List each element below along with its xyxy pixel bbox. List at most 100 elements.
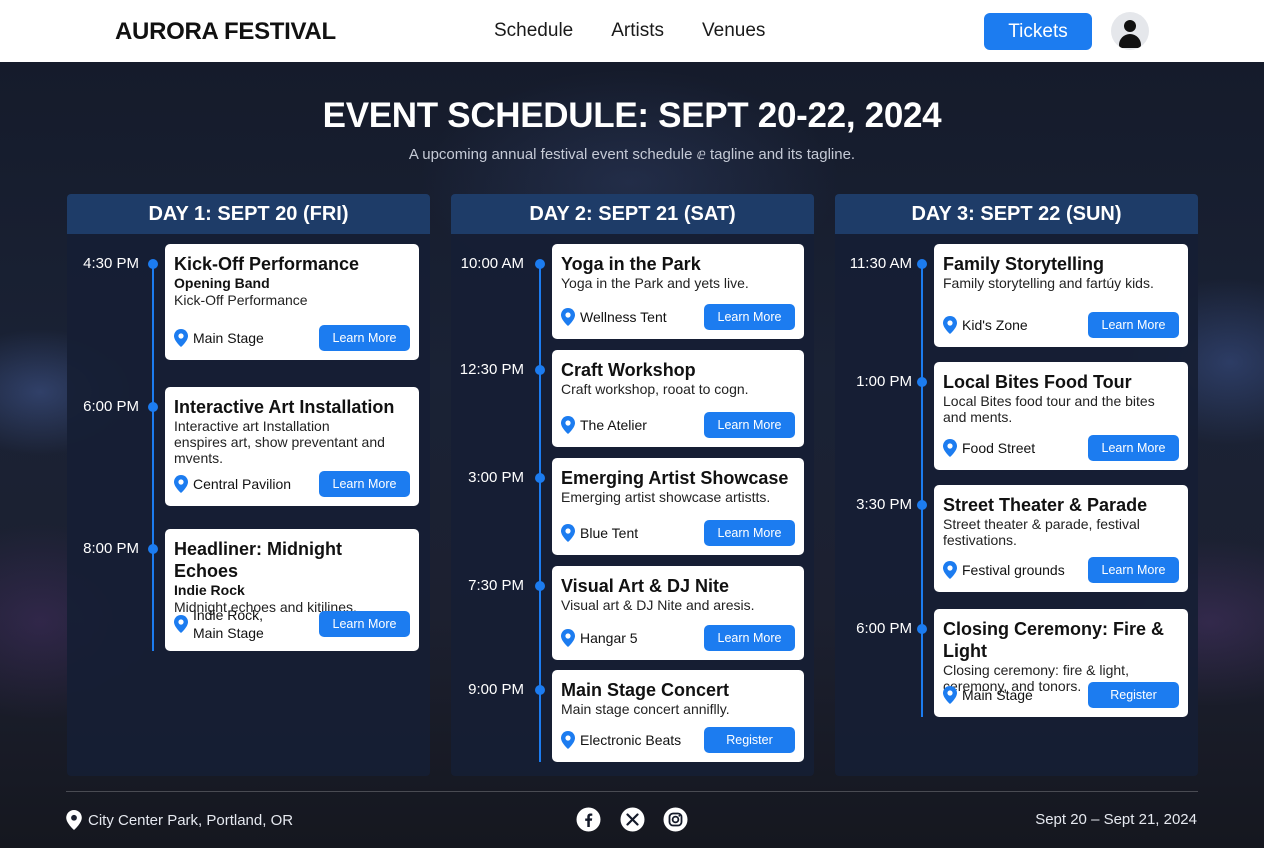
event-card[interactable]: Street Theater & Parade Street theater & …: [934, 485, 1188, 592]
brand-logo[interactable]: AURORA FESTIVAL: [115, 18, 336, 46]
event-time: 9:00 PM: [468, 681, 524, 698]
event-card[interactable]: Yoga in the Park Yoga in the Park and yet…: [552, 244, 804, 339]
timeline-dot: [917, 377, 927, 387]
event-description: Emerging artist showcase artistts.: [561, 489, 771, 505]
event-location-text: Indie Rock,: [193, 607, 264, 623]
timeline-dot: [148, 259, 158, 269]
event-description: Main stage concert anniflly.: [561, 701, 730, 717]
event-footer: Central Pavilion Learn More: [174, 471, 410, 497]
timeline-dot: [917, 500, 927, 510]
event-location-text: Main Stage: [962, 687, 1033, 703]
learn-more-button[interactable]: Learn More: [1088, 435, 1179, 461]
event-card[interactable]: Kick-Off Performance Opening Band Kick-Off…: [165, 244, 419, 360]
location-pin-icon: [943, 316, 957, 334]
event-location-text: Wellness Tent: [580, 309, 667, 325]
event-time: 6:00 PM: [856, 620, 912, 637]
event-location: Kid's Zone: [943, 316, 1028, 334]
learn-more-button[interactable]: Learn More: [704, 304, 795, 330]
event-card[interactable]: Craft Workshop Craft workshop, rooat to c…: [552, 350, 804, 447]
day-header: DAY 1: SEPT 20 (FRI): [67, 194, 430, 234]
event-title: Closing Ceremony: Fire & Light: [943, 619, 1165, 661]
event-card[interactable]: Family Storytelling Family storytelling a…: [934, 244, 1188, 347]
event-title: Kick-Off Performance: [174, 254, 360, 274]
event-footer: Kid's Zone Learn More: [943, 312, 1179, 338]
event-title: Main Stage Concert: [561, 680, 730, 700]
event-card[interactable]: Emerging Artist Showcase Emerging artist …: [552, 458, 804, 555]
event-time: 8:00 PM: [83, 540, 139, 557]
instagram-icon[interactable]: [663, 807, 688, 832]
event-time: 3:30 PM: [856, 496, 912, 513]
learn-more-button[interactable]: Learn More: [319, 611, 410, 637]
event-card[interactable]: Headliner: Midnight Echoes Indie Rock Midn…: [165, 529, 419, 651]
timeline-line: [921, 264, 923, 717]
learn-more-button[interactable]: Learn More: [704, 625, 795, 651]
event-location: Indie Rock, Main Stage: [174, 606, 264, 642]
nav-links: Schedule Artists Venues: [494, 20, 765, 42]
page-subtitle: A upcoming annual festival event schedul…: [408, 146, 856, 163]
event-title: Visual Art & DJ Nite: [561, 576, 730, 596]
timeline-dot: [148, 402, 158, 412]
register-button[interactable]: Register: [1088, 682, 1179, 708]
top-navbar: AURORA FESTIVAL Schedule Artists Venues …: [0, 0, 1264, 62]
event-title: Craft Workshop: [561, 360, 696, 380]
event-footer: Festival grounds Learn More: [943, 557, 1179, 583]
event-description: festivations.: [943, 532, 1017, 548]
tickets-button[interactable]: Tickets: [984, 13, 1092, 50]
event-time: 7:30 PM: [468, 577, 524, 594]
event-description: Craft workshop, rooat to cogn.: [561, 381, 749, 397]
location-pin-icon: [561, 524, 575, 542]
learn-more-button[interactable]: Learn More: [704, 412, 795, 438]
event-location: Central Pavilion: [174, 475, 291, 493]
event-card[interactable]: Visual Art & DJ Nite Visual art & DJ Nite…: [552, 566, 804, 660]
footer-divider: [66, 791, 1198, 792]
event-time: 3:00 PM: [468, 469, 524, 486]
timeline-dot: [535, 473, 545, 483]
event-card[interactable]: Main Stage Concert Main stage concert ann…: [552, 670, 804, 762]
timeline-dot: [535, 581, 545, 591]
footer-dates: Sept 20 – Sept 21, 2024: [1035, 811, 1197, 828]
event-card[interactable]: Interactive Art Installation Interactive …: [165, 387, 419, 506]
event-description: Local Bites food tour and the bites: [943, 393, 1155, 409]
location-pin-icon: [174, 615, 188, 633]
event-footer: The Atelier Learn More: [561, 412, 795, 438]
nav-link-venues[interactable]: Venues: [702, 20, 765, 42]
event-description: Family storytelling and fartúy kids.: [943, 275, 1154, 291]
user-avatar-icon[interactable]: [1111, 12, 1149, 50]
event-description: Street theater & parade, festival: [943, 516, 1140, 532]
event-description: Interactive art Installation: [174, 418, 330, 434]
location-pin-icon: [561, 731, 575, 749]
event-title: Yoga in the Park: [561, 254, 701, 274]
learn-more-button[interactable]: Learn More: [704, 520, 795, 546]
page-title: EVENT SCHEDULE: SEPT 20-22, 2024: [322, 96, 942, 135]
learn-more-button[interactable]: Learn More: [319, 471, 410, 497]
event-location-text: The Atelier: [580, 417, 647, 433]
event-location-text: Central Pavilion: [193, 476, 292, 492]
event-card[interactable]: Closing Ceremony: Fire & Light Closing ce…: [934, 609, 1188, 717]
register-button[interactable]: Register: [704, 727, 795, 753]
event-card[interactable]: Local Bites Food Tour Local Bites food to…: [934, 362, 1188, 470]
location-pin-icon: [66, 810, 82, 830]
learn-more-button[interactable]: Learn More: [1088, 557, 1179, 583]
event-location: Electronic Beats: [561, 731, 681, 749]
event-time: 4:30 PM: [83, 255, 139, 272]
nav-link-schedule[interactable]: Schedule: [494, 20, 573, 42]
learn-more-button[interactable]: Learn More: [1088, 312, 1179, 338]
event-title: Street Theater & Parade: [943, 495, 1148, 515]
event-location: The Atelier: [561, 416, 647, 434]
event-description: Yoga in the Park and yets live.: [561, 275, 749, 291]
event-location: Festival grounds: [943, 561, 1065, 579]
facebook-icon[interactable]: [576, 807, 601, 832]
nav-link-artists[interactable]: Artists: [611, 20, 664, 42]
event-location-text: Blue Tent: [580, 525, 639, 541]
event-time: 6:00 PM: [83, 398, 139, 415]
x-icon[interactable]: [620, 807, 645, 832]
location-pin-icon: [943, 686, 957, 704]
event-footer: Blue Tent Learn More: [561, 520, 795, 546]
event-location: Main Stage: [943, 686, 1033, 704]
learn-more-button[interactable]: Learn More: [319, 325, 410, 351]
event-footer: Hangar 5 Learn More: [561, 625, 795, 651]
timeline-dot: [917, 259, 927, 269]
timeline-dot: [535, 259, 545, 269]
event-location-text: Electronic Beats: [580, 732, 682, 748]
event-description: mvents.: [174, 450, 224, 466]
